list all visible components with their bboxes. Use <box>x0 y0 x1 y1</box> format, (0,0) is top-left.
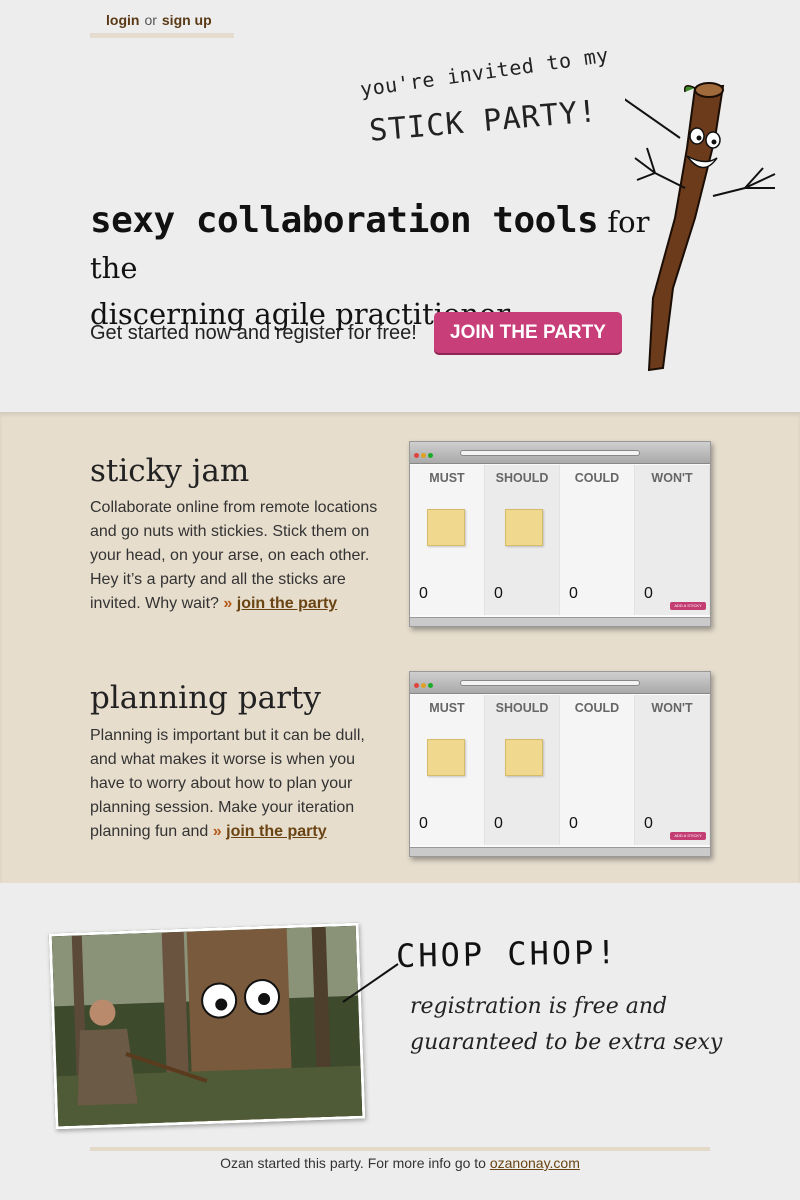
sticky-note <box>505 739 543 776</box>
invite-line-1: you're invited to my <box>358 42 611 102</box>
column-header: WON'T <box>651 701 693 715</box>
join-the-party-button[interactable]: JOIN THE PARTY <box>434 312 622 353</box>
speech-line <box>342 963 399 1003</box>
login-link[interactable]: login <box>106 12 139 28</box>
column-count: 0 <box>494 585 503 602</box>
column-header: SHOULD <box>495 701 549 715</box>
add-sticky-button: ADD A STICKY <box>670 832 706 840</box>
column-header: MUST <box>429 471 465 485</box>
column-header: COULD <box>574 471 620 485</box>
feature-text-sticky-jam: Collaborate online from remote locations… <box>90 496 390 616</box>
or-text: or <box>144 12 157 28</box>
auth-bar: login or sign up <box>90 0 234 38</box>
board-column: MUST 0 <box>410 695 485 845</box>
browser-chrome <box>410 442 710 464</box>
board-column: MUST 0 <box>410 465 485 615</box>
link-arrow: » <box>212 823 222 840</box>
column-count: 0 <box>494 815 503 832</box>
feature-text-planning-party: Planning is important but it can be dull… <box>90 724 390 844</box>
column-count: 0 <box>569 815 578 832</box>
board-column: COULD 0 <box>560 465 635 615</box>
board-column: SHOULD 0 <box>485 695 560 845</box>
feature-title-planning-party: planning party <box>90 680 321 716</box>
join-party-link[interactable]: join the party <box>226 823 326 840</box>
board-screenshot: MUST 0 SHOULD 0 COULD 0 WON'T 0 ADD A STICKY <box>409 671 711 857</box>
board-column: COULD 0 <box>560 695 635 845</box>
column-count: 0 <box>644 815 653 832</box>
join-party-link[interactable]: join the party <box>237 595 337 612</box>
column-header: SHOULD <box>495 471 549 485</box>
chop-chop-heading: CHOP CHOP! <box>395 933 619 975</box>
board-screenshot: MUST 0 SHOULD 0 COULD 0 WON'T 0 ADD A STICKY <box>409 441 711 627</box>
column-header: COULD <box>574 701 620 715</box>
sticky-note <box>505 509 543 546</box>
column-count: 0 <box>569 585 578 602</box>
feature-title-sticky-jam: sticky jam <box>90 453 250 489</box>
invite-line-2: STICK PARTY! <box>367 94 599 149</box>
footer: Ozan started this party. For more info g… <box>0 1155 800 1171</box>
column-count: 0 <box>419 585 428 602</box>
browser-chrome <box>410 672 710 694</box>
column-header: MUST <box>429 701 465 715</box>
hero-title-bold: sexy collaboration tools <box>90 200 599 241</box>
column-count: 0 <box>419 815 428 832</box>
board-column: WON'T 0 <box>635 695 710 845</box>
board-column: SHOULD 0 <box>485 465 560 615</box>
board-column: WON'T 0 <box>635 465 710 615</box>
invite-handwriting: you're invited to my STICK PARTY! <box>355 43 615 152</box>
column-header: WON'T <box>651 471 693 485</box>
signup-link[interactable]: sign up <box>162 12 212 28</box>
tree-chopping-photo <box>48 922 366 1130</box>
registration-line-2: guaranteed to be extra sexy <box>410 1030 723 1055</box>
column-count: 0 <box>644 585 653 602</box>
add-sticky-button: ADD A STICKY <box>670 602 706 610</box>
link-arrow: » <box>223 595 233 612</box>
footer-divider <box>90 1147 710 1151</box>
registration-line-1: registration is free and <box>410 994 668 1019</box>
footer-text: Ozan started this party. For more info g… <box>220 1155 490 1171</box>
sticky-note <box>427 739 465 776</box>
sticky-note <box>427 509 465 546</box>
footer-link[interactable]: ozanonay.com <box>490 1155 580 1171</box>
register-text: Get started now and register for free! <box>90 322 417 344</box>
